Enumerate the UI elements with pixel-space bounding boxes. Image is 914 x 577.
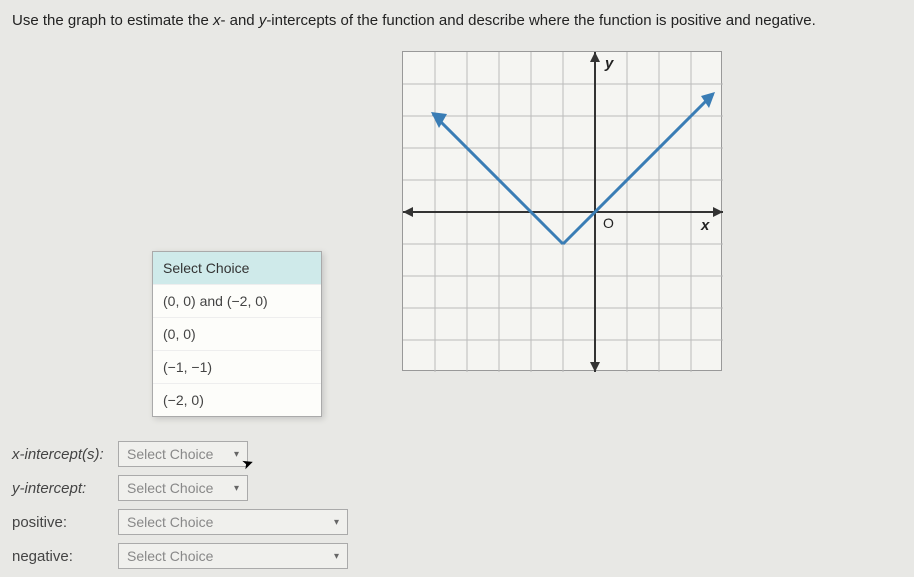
question-text: Use the graph to estimate the x- and y-i… bbox=[12, 10, 902, 31]
dropdown-option-4[interactable]: (−2, 0) bbox=[153, 384, 321, 416]
y-intercept-row: y-intercept: Select Choice ▾ bbox=[12, 475, 348, 501]
y-intercept-placeholder: Select Choice bbox=[127, 480, 213, 496]
negative-row: negative: Select Choice ▾ bbox=[12, 543, 348, 569]
negative-label: negative: bbox=[12, 548, 112, 565]
dropdown-option-2[interactable]: (0, 0) bbox=[153, 318, 321, 351]
chevron-down-icon: ▾ bbox=[334, 551, 339, 562]
y-intercept-select[interactable]: Select Choice ▾ bbox=[118, 475, 248, 501]
negative-placeholder: Select Choice bbox=[127, 548, 213, 564]
y-intercept-label: y-intercept: bbox=[12, 480, 112, 497]
dropdown-option-3[interactable]: (−1, −1) bbox=[153, 351, 321, 384]
positive-placeholder: Select Choice bbox=[127, 514, 213, 530]
chevron-down-icon: ▾ bbox=[334, 517, 339, 528]
chevron-down-icon: ▾ bbox=[234, 449, 239, 460]
x-intercept-row: x-intercept(s): Select Choice ▾ bbox=[12, 441, 348, 467]
dropdown-option-1[interactable]: (0, 0) and (−2, 0) bbox=[153, 285, 321, 318]
positive-select[interactable]: Select Choice ▾ bbox=[118, 509, 348, 535]
x-intercept-placeholder: Select Choice bbox=[127, 446, 213, 462]
negative-select[interactable]: Select Choice ▾ bbox=[118, 543, 348, 569]
y-axis-label: y bbox=[604, 55, 614, 72]
x-axis-label: x bbox=[700, 217, 710, 234]
x-intercept-label: x-intercept(s): bbox=[12, 446, 112, 463]
dropdown-header[interactable]: Select Choice bbox=[153, 252, 321, 285]
x-intercept-select[interactable]: Select Choice ▾ bbox=[118, 441, 248, 467]
question-prefix: Use the graph to estimate the bbox=[12, 12, 213, 29]
question-mid1: - and bbox=[220, 12, 258, 29]
dropdown-menu[interactable]: Select Choice (0, 0) and (−2, 0) (0, 0) … bbox=[152, 251, 322, 417]
chevron-down-icon: ▾ bbox=[234, 483, 239, 494]
positive-label: positive: bbox=[12, 514, 112, 531]
positive-row: positive: Select Choice ▾ bbox=[12, 509, 348, 535]
question-suffix: -intercepts of the function and describe… bbox=[266, 12, 816, 29]
origin-label: O bbox=[603, 215, 614, 231]
graph: y x O bbox=[402, 51, 722, 371]
